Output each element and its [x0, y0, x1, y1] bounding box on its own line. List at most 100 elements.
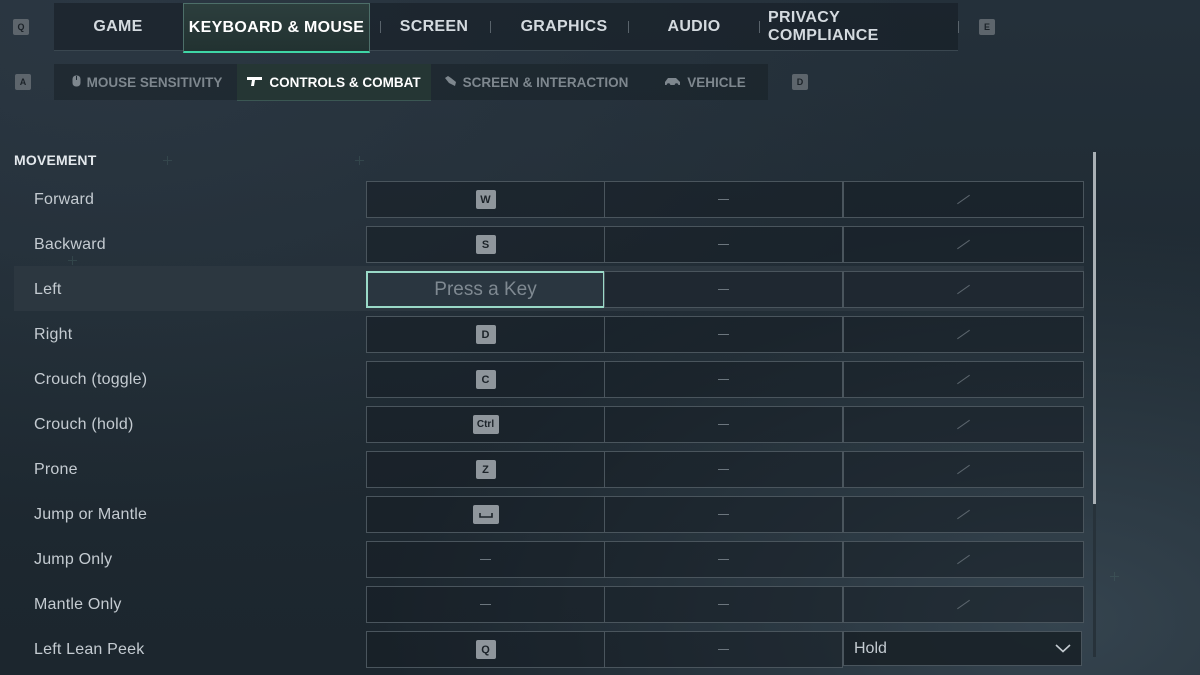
secondary-binding[interactable] [604, 406, 843, 443]
secondary-binding[interactable] [604, 496, 843, 533]
secondary-binding[interactable] [604, 226, 843, 263]
tab-separator [958, 21, 959, 33]
binding-label: Left Lean Peek [34, 641, 145, 658]
third-binding[interactable] [843, 316, 1084, 353]
tab-screen[interactable]: SCREEN [392, 3, 476, 50]
binding-label: Jump or Mantle [34, 506, 148, 523]
primary-binding[interactable]: Ctrl [366, 406, 605, 443]
tab-audio[interactable]: AUDIO [652, 3, 736, 50]
unavailable-slash-icon [957, 509, 970, 520]
binding-label: Crouch (hold) [34, 416, 134, 433]
binding-label: Backward [34, 236, 106, 253]
next-tab-key[interactable]: E [979, 19, 995, 35]
secondary-binding[interactable] [604, 631, 843, 668]
secondary-binding[interactable] [604, 586, 843, 623]
secondary-binding[interactable] [604, 316, 843, 353]
tab-separator [759, 21, 760, 33]
top-tab-bar: Q GAME KEYBOARD & MOUSE SCREEN GRAPHICS … [0, 0, 1200, 53]
unavailable-slash-icon [957, 194, 970, 205]
binding-label: Left [34, 281, 62, 298]
subtab-mouse-sensitivity[interactable]: MOUSE SENSITIVITY [62, 64, 232, 100]
unavailable-slash-icon [957, 599, 970, 610]
binding-row-left-lean-peek[interactable]: Left Lean Peek Q Hold [14, 631, 1084, 668]
binding-label: Prone [34, 461, 78, 478]
press-a-key-prompt: Press a Key [434, 278, 537, 300]
binding-label: Crouch (toggle) [34, 371, 148, 388]
third-binding[interactable] [843, 361, 1084, 398]
subtab-label: VEHICLE [687, 74, 746, 90]
primary-binding[interactable]: D [366, 316, 605, 353]
third-binding[interactable] [843, 451, 1084, 488]
tab-graphics[interactable]: GRAPHICS [508, 3, 620, 50]
unavailable-slash-icon [957, 284, 970, 295]
primary-binding[interactable] [366, 541, 605, 578]
third-binding[interactable] [843, 586, 1084, 623]
binding-row-forward[interactable]: Forward W [14, 181, 1084, 218]
secondary-binding[interactable] [604, 451, 843, 488]
key-badge: S [475, 235, 496, 254]
key-badge: C [475, 370, 496, 389]
third-binding[interactable] [843, 406, 1084, 443]
settings-screen: Q GAME KEYBOARD & MOUSE SCREEN GRAPHICS … [0, 0, 1200, 675]
tab-separator [628, 21, 629, 33]
decorative-crosshair [163, 156, 172, 165]
binding-row-crouch-hold[interactable]: Crouch (hold) Ctrl [14, 406, 1084, 443]
empty-binding-dash [718, 199, 729, 200]
empty-binding-dash [480, 559, 491, 560]
binding-label: Forward [34, 191, 95, 208]
primary-binding[interactable]: S [366, 226, 605, 263]
secondary-binding[interactable] [604, 361, 843, 398]
subtab-controls-combat[interactable]: CONTROLS & COMBAT [237, 64, 431, 101]
binding-row-prone[interactable]: Prone Z [14, 451, 1084, 488]
tab-separator [490, 21, 491, 33]
binding-row-crouch-toggle[interactable]: Crouch (toggle) C [14, 361, 1084, 398]
binding-label: Jump Only [34, 551, 113, 568]
dropdown-value: Hold [854, 639, 887, 657]
third-binding[interactable] [843, 181, 1084, 218]
primary-binding[interactable]: C [366, 361, 605, 398]
next-subtab-key[interactable]: D [792, 74, 808, 90]
primary-binding-listening[interactable]: Press a Key [366, 271, 605, 308]
empty-binding-dash [718, 289, 729, 290]
secondary-binding[interactable] [604, 271, 843, 308]
unavailable-slash-icon [957, 239, 970, 250]
key-badge: W [475, 190, 496, 209]
tab-keyboard-mouse[interactable]: KEYBOARD & MOUSE [183, 3, 370, 53]
binding-row-jump-only[interactable]: Jump Only [14, 541, 1084, 578]
primary-binding[interactable]: Q [366, 631, 605, 668]
decorative-crosshair [1110, 572, 1119, 581]
binding-row-jump-or-mantle[interactable]: Jump or Mantle [14, 496, 1084, 533]
prev-subtab-key[interactable]: A [15, 74, 31, 90]
empty-binding-dash [718, 649, 729, 650]
unavailable-slash-icon [957, 554, 970, 565]
primary-binding[interactable] [366, 496, 605, 533]
mouse-icon [72, 75, 81, 90]
subtab-label: CONTROLS & COMBAT [269, 74, 421, 90]
binding-row-left[interactable]: Left Press a Key [14, 266, 1084, 311]
decorative-crosshair [355, 156, 364, 165]
binding-row-right[interactable]: Right D [14, 316, 1084, 353]
empty-binding-dash [480, 604, 491, 605]
secondary-binding[interactable] [604, 541, 843, 578]
subtab-screen-interaction[interactable]: SCREEN & INTERACTION [436, 64, 636, 100]
tab-game[interactable]: GAME [80, 3, 156, 50]
third-binding[interactable] [843, 271, 1084, 308]
binding-row-backward[interactable]: Backward S [14, 226, 1084, 263]
section-title: MOVEMENT [14, 152, 97, 168]
third-binding[interactable] [843, 226, 1084, 263]
third-binding[interactable] [843, 541, 1084, 578]
prev-tab-key[interactable]: Q [13, 19, 29, 35]
tab-privacy-compliance[interactable]: PRIVACY COMPLIANCE [768, 3, 950, 50]
third-binding[interactable] [843, 496, 1084, 533]
subtab-label: MOUSE SENSITIVITY [86, 74, 223, 90]
empty-binding-dash [718, 244, 729, 245]
subtab-vehicle[interactable]: VEHICLE [655, 64, 755, 100]
scrollbar-thumb[interactable] [1093, 152, 1096, 504]
lean-mode-dropdown[interactable]: Hold [843, 631, 1082, 666]
secondary-binding[interactable] [604, 181, 843, 218]
binding-row-mantle-only[interactable]: Mantle Only [14, 586, 1084, 623]
primary-binding[interactable]: W [366, 181, 605, 218]
primary-binding[interactable] [366, 586, 605, 623]
empty-binding-dash [718, 604, 729, 605]
primary-binding[interactable]: Z [366, 451, 605, 488]
